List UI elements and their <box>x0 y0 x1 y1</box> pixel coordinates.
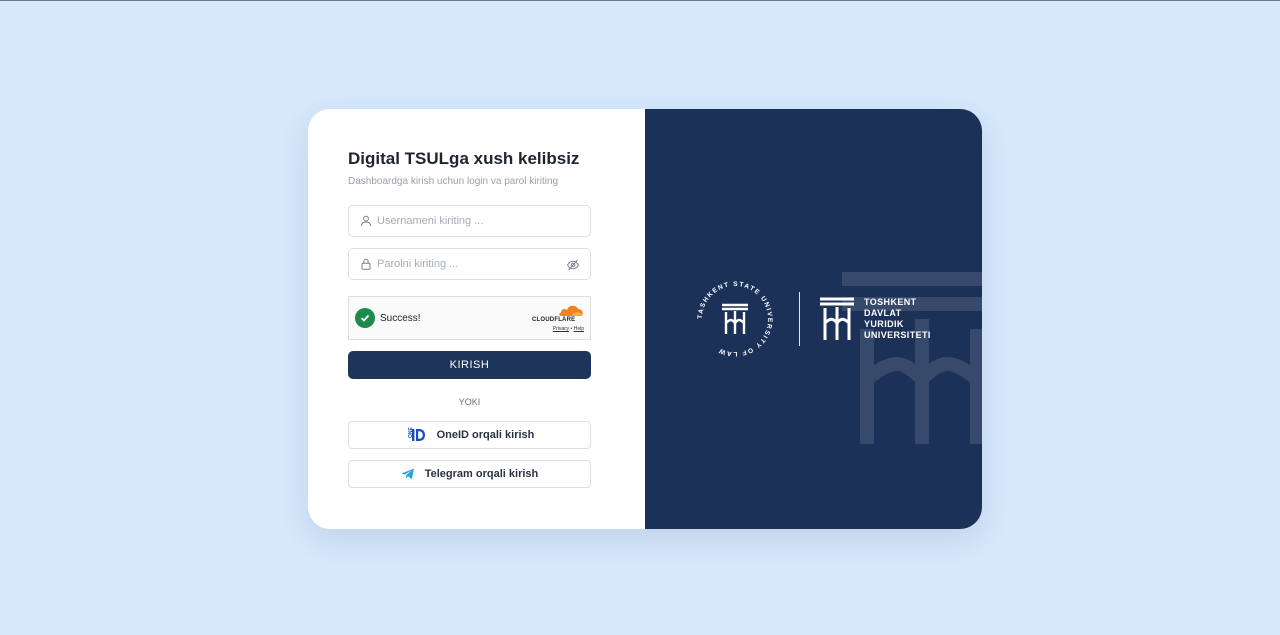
university-name-line: UNIVERSITETI <box>864 330 931 340</box>
university-logo: TASHKENT STATE UNIVERSITY OF LAW TOSHKEN… <box>695 279 931 359</box>
university-name-line: TOSHKENT <box>864 297 917 307</box>
page-title: Digital TSULga xush kelibsiz <box>348 149 580 168</box>
university-emblem-icon <box>820 297 854 340</box>
telegram-login-button[interactable]: Telegram orqali kirish <box>348 460 591 488</box>
university-name-line: DAVLAT <box>864 308 902 318</box>
username-field[interactable] <box>348 205 591 237</box>
cloudflare-captcha[interactable]: Success! CLOUDFLARE Privacy • Help <box>348 296 591 340</box>
window-top-border <box>0 0 1280 1</box>
or-divider: YOKI <box>458 397 481 407</box>
help-link[interactable]: Help <box>574 326 584 332</box>
lock-icon <box>359 257 373 271</box>
telegram-icon <box>401 468 415 480</box>
captcha-links: Privacy • Help <box>553 326 584 332</box>
username-input[interactable] <box>377 215 557 227</box>
cloudflare-logo: CLOUDFLARE Privacy • Help <box>532 303 584 335</box>
oneid-label: OneID orqali kirish <box>436 429 535 441</box>
password-input[interactable] <box>377 258 557 270</box>
eye-off-icon[interactable] <box>566 258 580 272</box>
cloud-icon <box>559 305 583 316</box>
university-wordmark: TOSHKENT DAVLAT YURIDIK UNIVERSITETI <box>818 296 931 342</box>
login-card: Digital TSULga xush kelibsiz Dashboardga… <box>308 109 982 529</box>
user-icon <box>359 214 373 228</box>
oneid-login-button[interactable]: ONE OneID orqali kirish <box>348 421 591 449</box>
seal-emblem-icon <box>722 303 748 334</box>
login-panel: Digital TSULga xush kelibsiz Dashboardga… <box>308 109 645 529</box>
university-name: TOSHKENT DAVLAT YURIDIK UNIVERSITETI <box>864 297 931 341</box>
oneid-logo-icon: ONE <box>405 427 427 443</box>
page-subtitle: Dashboardga kirish uchun login va parol … <box>348 176 559 187</box>
login-button[interactable]: KIRISH <box>348 351 591 379</box>
cloudflare-wordmark: CLOUDFLARE <box>532 317 576 323</box>
logo-divider <box>799 292 800 346</box>
password-field[interactable] <box>348 248 591 280</box>
university-name-line: YURIDIK <box>864 319 904 329</box>
privacy-link[interactable]: Privacy <box>553 326 569 332</box>
university-seal: TASHKENT STATE UNIVERSITY OF LAW <box>695 279 775 359</box>
link-separator: • <box>570 326 573 332</box>
branding-panel: TASHKENT STATE UNIVERSITY OF LAW TOSHKEN… <box>645 109 982 529</box>
check-circle-icon <box>355 308 375 328</box>
telegram-label: Telegram orqali kirish <box>424 468 539 480</box>
captcha-status: Success! <box>380 312 421 324</box>
